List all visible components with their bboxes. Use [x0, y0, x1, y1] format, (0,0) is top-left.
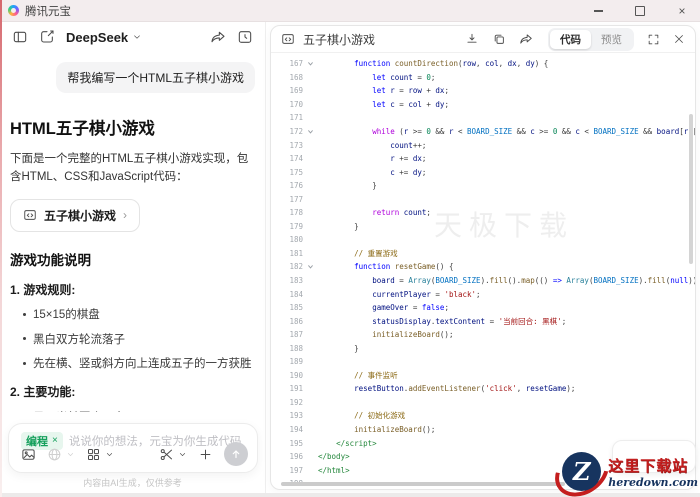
model-name: DeepSeek	[66, 29, 129, 45]
new-chat-icon[interactable]	[39, 29, 55, 45]
heredown-site-url: heredown.com	[608, 476, 698, 489]
heredown-badge: Z 这里下载站 heredown.com	[545, 437, 698, 497]
features-heading: 游戏功能说明	[10, 252, 91, 268]
code-line: 190 // 事件监听	[289, 370, 398, 380]
panel-close-icon[interactable]	[673, 33, 685, 45]
chat-thread: 帮我编写一个HTML五子棋小游戏 HTML五子棋小游戏 下面是一个完整的HTML…	[0, 52, 265, 412]
sidebar-toggle-icon[interactable]	[12, 29, 28, 45]
code-line: 180	[289, 235, 303, 245]
horizontal-scrollbar-thumb[interactable]	[281, 482, 565, 486]
code-panel: 五子棋小游戏 代码 预览 167 function countDirection…	[270, 25, 696, 490]
heredown-site-name: 这里下载站	[608, 458, 689, 475]
chevron-down-icon[interactable]	[178, 450, 187, 459]
tab-code[interactable]: 代码	[550, 29, 591, 49]
bullet-item: 15×15的棋盘	[10, 306, 255, 322]
code-line: 189	[289, 357, 303, 367]
code-panel-header: 五子棋小游戏 代码 预览	[271, 26, 695, 53]
code-line: 194 initializeBoard();	[289, 425, 436, 435]
code-window-icon	[24, 210, 36, 221]
code-line: 181 // 重置游戏	[289, 248, 398, 258]
section-heading: 2. 主要功能:	[10, 385, 76, 400]
artifact-label: 五子棋小游戏	[44, 208, 117, 223]
model-selector[interactable]: DeepSeek	[66, 30, 142, 45]
history-icon[interactable]	[237, 29, 253, 45]
skills-grid-icon[interactable]	[86, 447, 101, 462]
bullet-item: 黑白双方轮流落子	[10, 331, 255, 347]
code-line: 188 }	[289, 343, 359, 353]
fold-chevron-icon[interactable]	[303, 128, 318, 135]
app-window: 腾讯元宝 × DeepSeek 帮我编写一个HTML五子棋小游戏 HTML五子棋…	[0, 0, 700, 497]
clip-tools-icon[interactable]	[159, 447, 174, 462]
code-line: 186 statusDisplay.textContent = '当前回合: 黑…	[289, 316, 567, 326]
code-line: 179 }	[289, 221, 359, 231]
code-line: 169 let r = row + dx;	[289, 86, 449, 96]
chat-panel: DeepSeek 帮我编写一个HTML五子棋小游戏 HTML五子棋小游戏 下面是…	[0, 22, 266, 497]
code-line: 173 count++;	[289, 140, 427, 150]
window-title: 腾讯元宝	[25, 5, 71, 18]
yuanbao-logo	[8, 5, 19, 16]
code-panel-title: 五子棋小游戏	[303, 32, 376, 47]
fold-chevron-icon[interactable]	[303, 60, 318, 67]
web-search-icon[interactable]	[47, 447, 62, 462]
code-line: 185 gameOver = false;	[289, 303, 449, 313]
copy-icon[interactable]	[492, 32, 506, 46]
user-message: 帮我编写一个HTML五子棋小游戏	[56, 62, 255, 93]
composer[interactable]: 编程 × 说说你的想法，元宝为你生成代码	[8, 423, 258, 473]
fullscreen-icon[interactable]	[647, 33, 660, 46]
share-icon[interactable]	[519, 32, 533, 46]
code-line: 183 board = Array(BOARD_SIZE).fill().map…	[289, 276, 695, 286]
code-lines: 167 function countDirection(row, col, dx…	[279, 57, 695, 489]
code-line: 172 while (r >= 0 && r < BOARD_SIZE && c…	[289, 127, 695, 136]
add-attachment-icon[interactable]	[198, 447, 213, 462]
image-upload-icon[interactable]	[21, 447, 36, 462]
heredown-logo-icon: Z	[545, 437, 619, 497]
section-heading: 1. 游戏规则:	[10, 282, 76, 297]
chevron-down-icon[interactable]	[66, 450, 75, 459]
answer-title: HTML五子棋小游戏	[10, 120, 155, 138]
share-icon[interactable]	[210, 29, 226, 45]
answer-intro: 下面是一个完整的HTML五子棋小游戏实现，包含HTML、CSS和JavaScri…	[10, 153, 249, 184]
answer-sections: 1. 游戏规则: 15×15的棋盘 黑白双方轮流落子 先在横、竖或斜方向上连成五子的一…	[10, 281, 255, 412]
code-line: 174 r += dx;	[289, 154, 427, 164]
code-line: 192	[289, 397, 303, 407]
code-line: 184 currentPlayer = 'black';	[289, 289, 481, 299]
code-line: 171	[289, 113, 303, 123]
code-line: 182 function resetGame() {	[289, 262, 454, 272]
view-toggle: 代码 预览	[548, 27, 634, 51]
window-close-button[interactable]: ×	[674, 3, 690, 19]
code-line: 193 // 初始化游戏	[289, 411, 406, 421]
code-line: 176 }	[289, 181, 377, 191]
send-button[interactable]	[224, 442, 248, 466]
tab-preview[interactable]: 预览	[591, 30, 632, 49]
titlebar: 腾讯元宝 ×	[0, 0, 700, 22]
code-line: 177	[289, 194, 303, 204]
code-line: 170 let c = col + dy;	[289, 99, 449, 109]
chat-header: DeepSeek	[0, 22, 265, 52]
code-line: 191 resetButton.addEventListener('click'…	[289, 384, 576, 394]
chevron-down-icon	[134, 35, 140, 39]
code-line: 168 let count = 0;	[289, 72, 436, 82]
download-icon[interactable]	[465, 32, 479, 46]
bullet-item: 显示当前回合玩家	[10, 409, 255, 413]
fold-chevron-icon[interactable]	[303, 263, 318, 270]
code-line: 175 c += dy;	[289, 167, 427, 177]
minimize-button[interactable]	[590, 3, 606, 19]
code-editor[interactable]: 167 function countDirection(row, col, dx…	[271, 54, 695, 489]
bullet-item: 先在横、竖或斜方向上连成五子的一方获胜	[10, 355, 255, 371]
chevron-down-icon[interactable]	[105, 450, 114, 459]
maximize-button[interactable]	[632, 3, 648, 19]
vertical-scrollbar-thumb[interactable]	[689, 114, 693, 264]
code-line: 178 return count;	[289, 208, 431, 218]
chevron-right-icon: ›	[123, 208, 128, 223]
code-window-icon	[282, 34, 294, 44]
code-line: 167 function countDirection(row, col, dx…	[289, 59, 549, 69]
code-line: 187 initializeBoard();	[289, 330, 454, 340]
ai-disclaimer: 内容由AI生成，仅供参考	[83, 478, 182, 488]
artifact-card[interactable]: 五子棋小游戏 ›	[10, 198, 141, 232]
window-left-border	[0, 0, 2, 497]
